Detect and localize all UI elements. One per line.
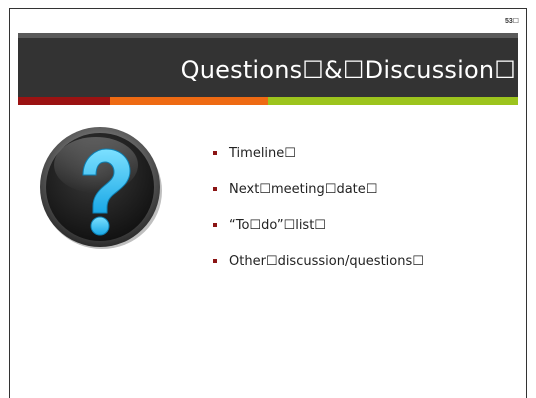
- question-mark-icon: [38, 125, 164, 251]
- list-item: Next☐meeting☐date☐: [213, 171, 424, 207]
- square-bullet-icon: [213, 151, 217, 155]
- accent-red-segment: [18, 97, 110, 105]
- accent-color-bar: [18, 97, 518, 105]
- list-item: Timeline☐: [213, 135, 424, 171]
- accent-green-segment: [268, 97, 518, 105]
- accent-orange-segment: [110, 97, 268, 105]
- list-item-label: “To☐do”☐list☐: [229, 217, 326, 233]
- list-item-label: Next☐meeting☐date☐: [229, 181, 378, 197]
- page-number: 53☐: [504, 18, 519, 25]
- slide-title: Questions☐&☐Discussion☐: [180, 56, 516, 84]
- list-item: “To☐do”☐list☐: [213, 207, 424, 243]
- title-bar: Questions☐&☐Discussion☐: [18, 33, 518, 97]
- square-bullet-icon: [213, 259, 217, 263]
- list-item-label: Timeline☐: [229, 145, 296, 161]
- list-item: Other☐discussion/questions☐: [213, 243, 424, 279]
- discussion-topics-list: Timeline☐ Next☐meeting☐date☐ “To☐do”☐lis…: [213, 135, 424, 279]
- square-bullet-icon: [213, 187, 217, 191]
- square-bullet-icon: [213, 223, 217, 227]
- list-item-label: Other☐discussion/questions☐: [229, 253, 424, 269]
